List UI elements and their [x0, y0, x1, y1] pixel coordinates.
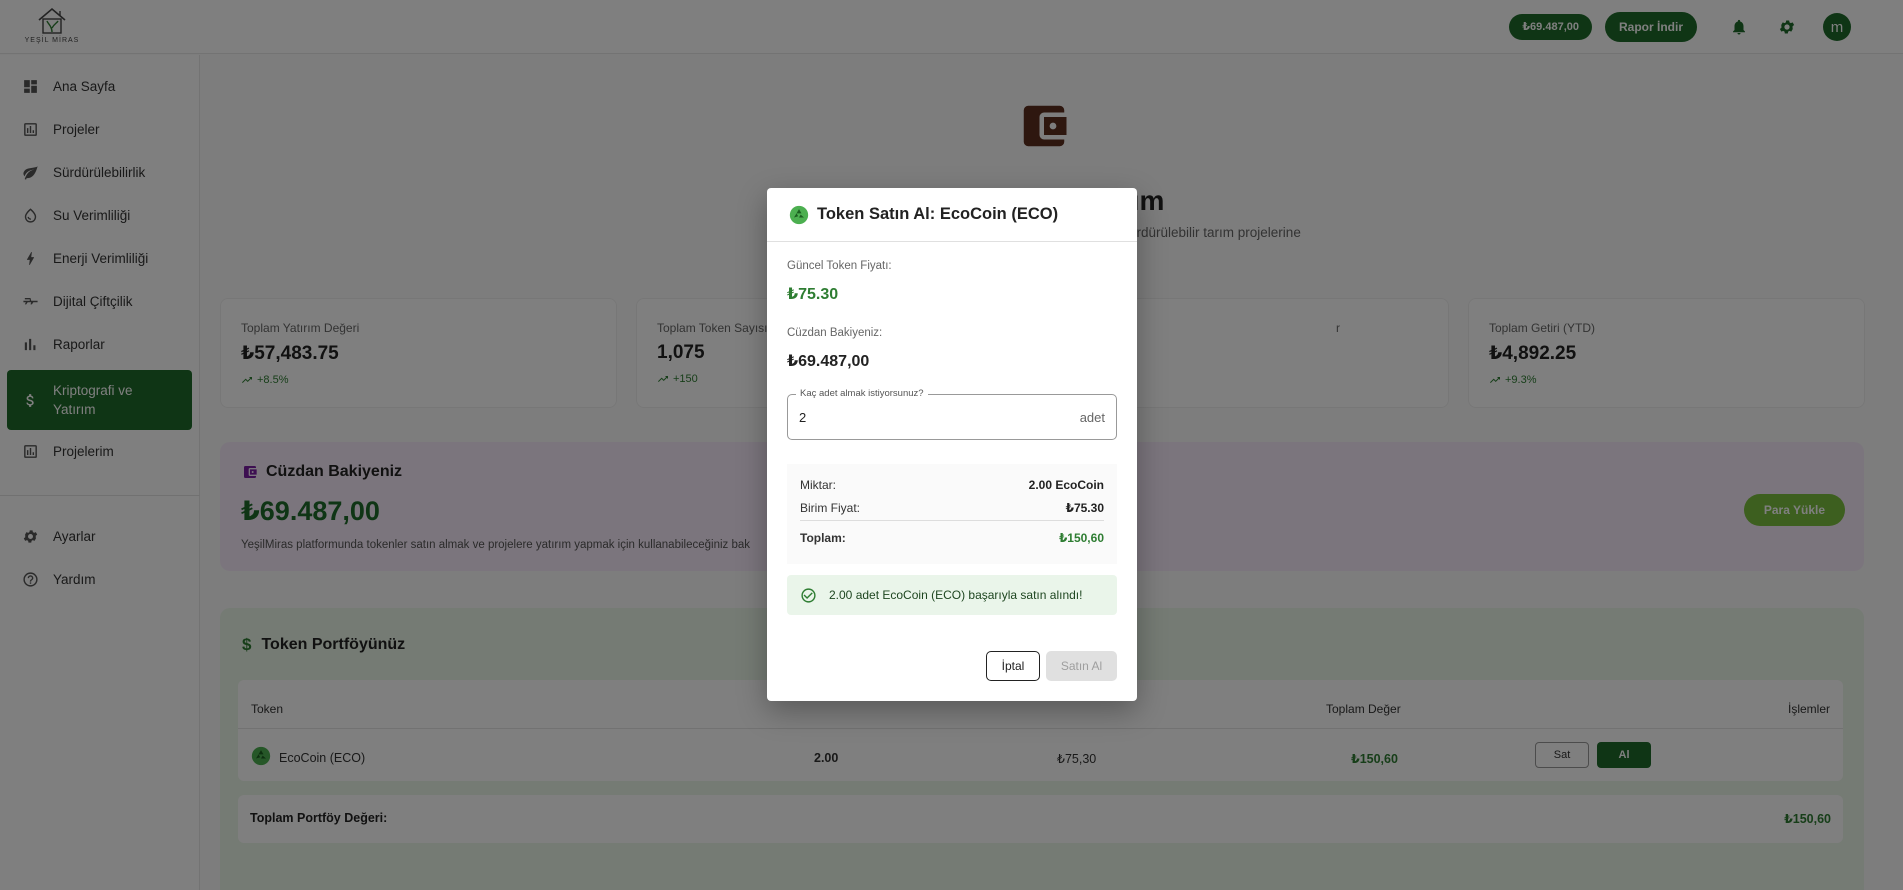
summary-unit-price-row: Birim Fiyat: ₺75.30: [800, 501, 1104, 515]
quantity-field[interactable]: Kaç adet almak istiyorsunuz? adet: [787, 388, 1117, 440]
dialog-header: Token Satın Al: EcoCoin (ECO): [767, 188, 1137, 242]
summary-amount-label: Miktar:: [800, 478, 836, 492]
summary-divider: [800, 520, 1104, 521]
current-price-value: ₺75.30: [787, 286, 839, 303]
quantity-suffix: adet: [1079, 410, 1105, 425]
summary-total-label: Toplam:: [800, 531, 846, 545]
wallet-balance-value: ₺69.487,00: [787, 353, 870, 370]
purchase-summary: Miktar: 2.00 EcoCoin Birim Fiyat: ₺75.30…: [787, 464, 1117, 564]
dialog-title: Token Satın Al: EcoCoin (ECO): [817, 205, 1059, 223]
check-circle-icon: [801, 587, 816, 603]
buy-token-dialog: Token Satın Al: EcoCoin (ECO) Güncel Tok…: [767, 188, 1137, 701]
quantity-input[interactable]: [799, 410, 1049, 425]
recycle-icon: [789, 205, 809, 224]
summary-unit-price-value: ₺75.30: [1065, 501, 1104, 515]
summary-amount-value: 2.00 EcoCoin: [1028, 478, 1104, 492]
summary-total-row: Toplam: ₺150,60: [800, 531, 1104, 545]
summary-amount-row: Miktar: 2.00 EcoCoin: [800, 478, 1104, 492]
success-message: 2.00 adet EcoCoin (ECO) başarıyla satın …: [829, 588, 1083, 602]
summary-unit-price-label: Birim Fiyat:: [800, 501, 860, 515]
summary-total-value: ₺150,60: [1058, 531, 1104, 545]
buy-submit-button[interactable]: Satın Al: [1046, 651, 1117, 681]
success-alert: 2.00 adet EcoCoin (ECO) başarıyla satın …: [787, 575, 1117, 615]
wallet-balance-label: Cüzdan Bakiyeniz:: [787, 327, 883, 339]
cancel-button[interactable]: İptal: [986, 651, 1040, 681]
current-price-label: Güncel Token Fiyatı:: [787, 260, 892, 272]
quantity-field-label: Kaç adet almak istiyorsunuz?: [796, 388, 928, 399]
